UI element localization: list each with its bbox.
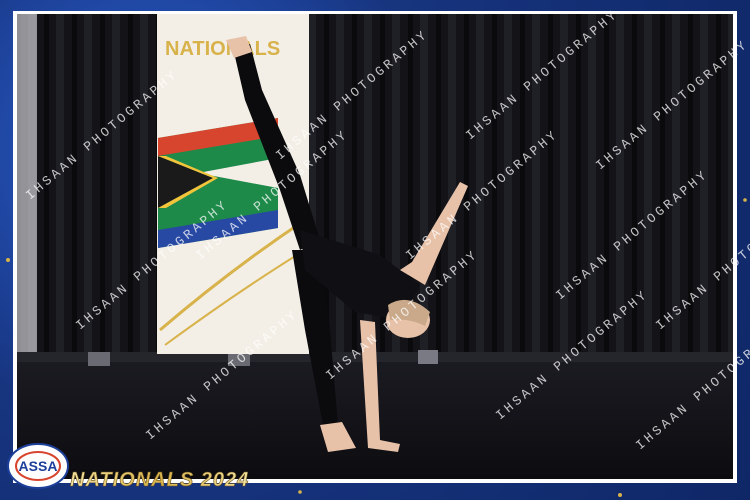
photo-frame: NATIONALS IHSAAN PHOTOGRAPHY IHSAAN PHOT… (0, 0, 750, 500)
photo-svg: NATIONALS IHSAAN PHOTOGRAPHY IHSAAN PHOT… (6, 7, 750, 497)
stage-light (88, 352, 110, 366)
stage-light (418, 350, 438, 364)
banner-text: NATIONALS (165, 38, 280, 60)
event-title: NATIONALS 2024 (70, 469, 249, 491)
logo-text: ASSA (19, 458, 58, 474)
event-logo: ASSA (7, 443, 69, 489)
